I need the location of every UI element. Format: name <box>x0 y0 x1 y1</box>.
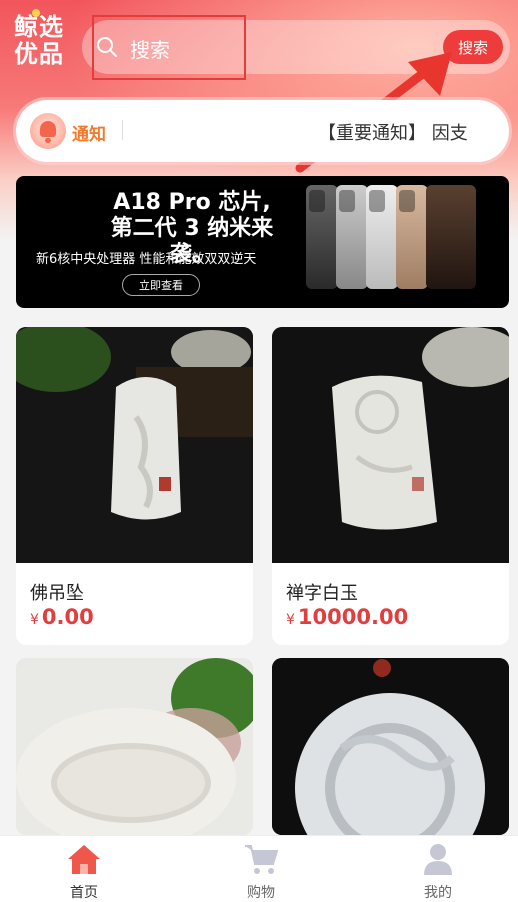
product-image-carved-jade-disc <box>272 658 509 835</box>
product-image-jade-buddha-pendant <box>16 327 253 563</box>
tab-shopping[interactable]: 购物 <box>201 836 321 902</box>
price-value: 0.00 <box>41 605 94 629</box>
notice-label: 通知 <box>72 125 106 145</box>
product-image-jade-bangle <box>16 658 253 835</box>
home-icon <box>68 845 100 874</box>
phone-image-4 <box>396 185 428 289</box>
product-card[interactable] <box>272 658 509 835</box>
tab-label: 我的 <box>424 885 452 901</box>
tab-label: 购物 <box>247 885 275 901</box>
product-name: 佛吊坠 <box>30 583 84 604</box>
product-name: 禅字白玉 <box>286 583 358 604</box>
search-input[interactable]: 搜索 <box>130 34 170 63</box>
phone-image-1 <box>306 185 338 289</box>
product-card[interactable]: 禅字白玉 ¥10000.00 <box>272 327 509 645</box>
tab-mine[interactable]: 我的 <box>378 836 498 902</box>
banner-subtitle: 新6核中央处理器 性能和能效双双逆天 <box>36 252 257 267</box>
product-card[interactable]: 佛吊坠 ¥0.00 <box>16 327 253 645</box>
phone-image-3 <box>366 185 398 289</box>
tab-home[interactable]: 首页 <box>24 836 144 902</box>
bottom-tab-bar: 首页 购物 我的 <box>0 835 518 902</box>
banner-title-line-1: A18 Pro 芯片, <box>113 190 271 215</box>
phone-image-2 <box>336 185 368 289</box>
logo-dot <box>32 9 40 17</box>
cart-icon <box>245 845 279 874</box>
user-icon <box>424 844 452 875</box>
notice-text[interactable]: 【重要通知】 因支 <box>318 119 504 145</box>
product-image-zen-white-jade <box>272 327 509 563</box>
bell-icon <box>30 113 66 149</box>
currency-symbol: ¥ <box>30 612 39 628</box>
product-price: ¥0.00 <box>30 605 94 629</box>
notice-divider <box>122 120 123 140</box>
price-value: 10000.00 <box>297 605 409 629</box>
product-price: ¥10000.00 <box>286 605 408 629</box>
product-card[interactable] <box>16 658 253 835</box>
logo-line-2: 优品 <box>14 40 64 68</box>
currency-symbol: ¥ <box>286 612 295 628</box>
logo-line-1: 鲸选 <box>14 13 64 41</box>
banner-view-button[interactable]: 立即查看 <box>122 274 200 296</box>
app-logo: 鲸选 优品 <box>14 9 68 76</box>
tab-label: 首页 <box>70 885 98 901</box>
phone-image-5 <box>426 185 476 289</box>
promo-banner[interactable]: A18 Pro 芯片, 第二代 3 纳米来袭。 新6核中央处理器 性能和能效双双… <box>16 176 509 308</box>
search-icon <box>97 37 117 57</box>
